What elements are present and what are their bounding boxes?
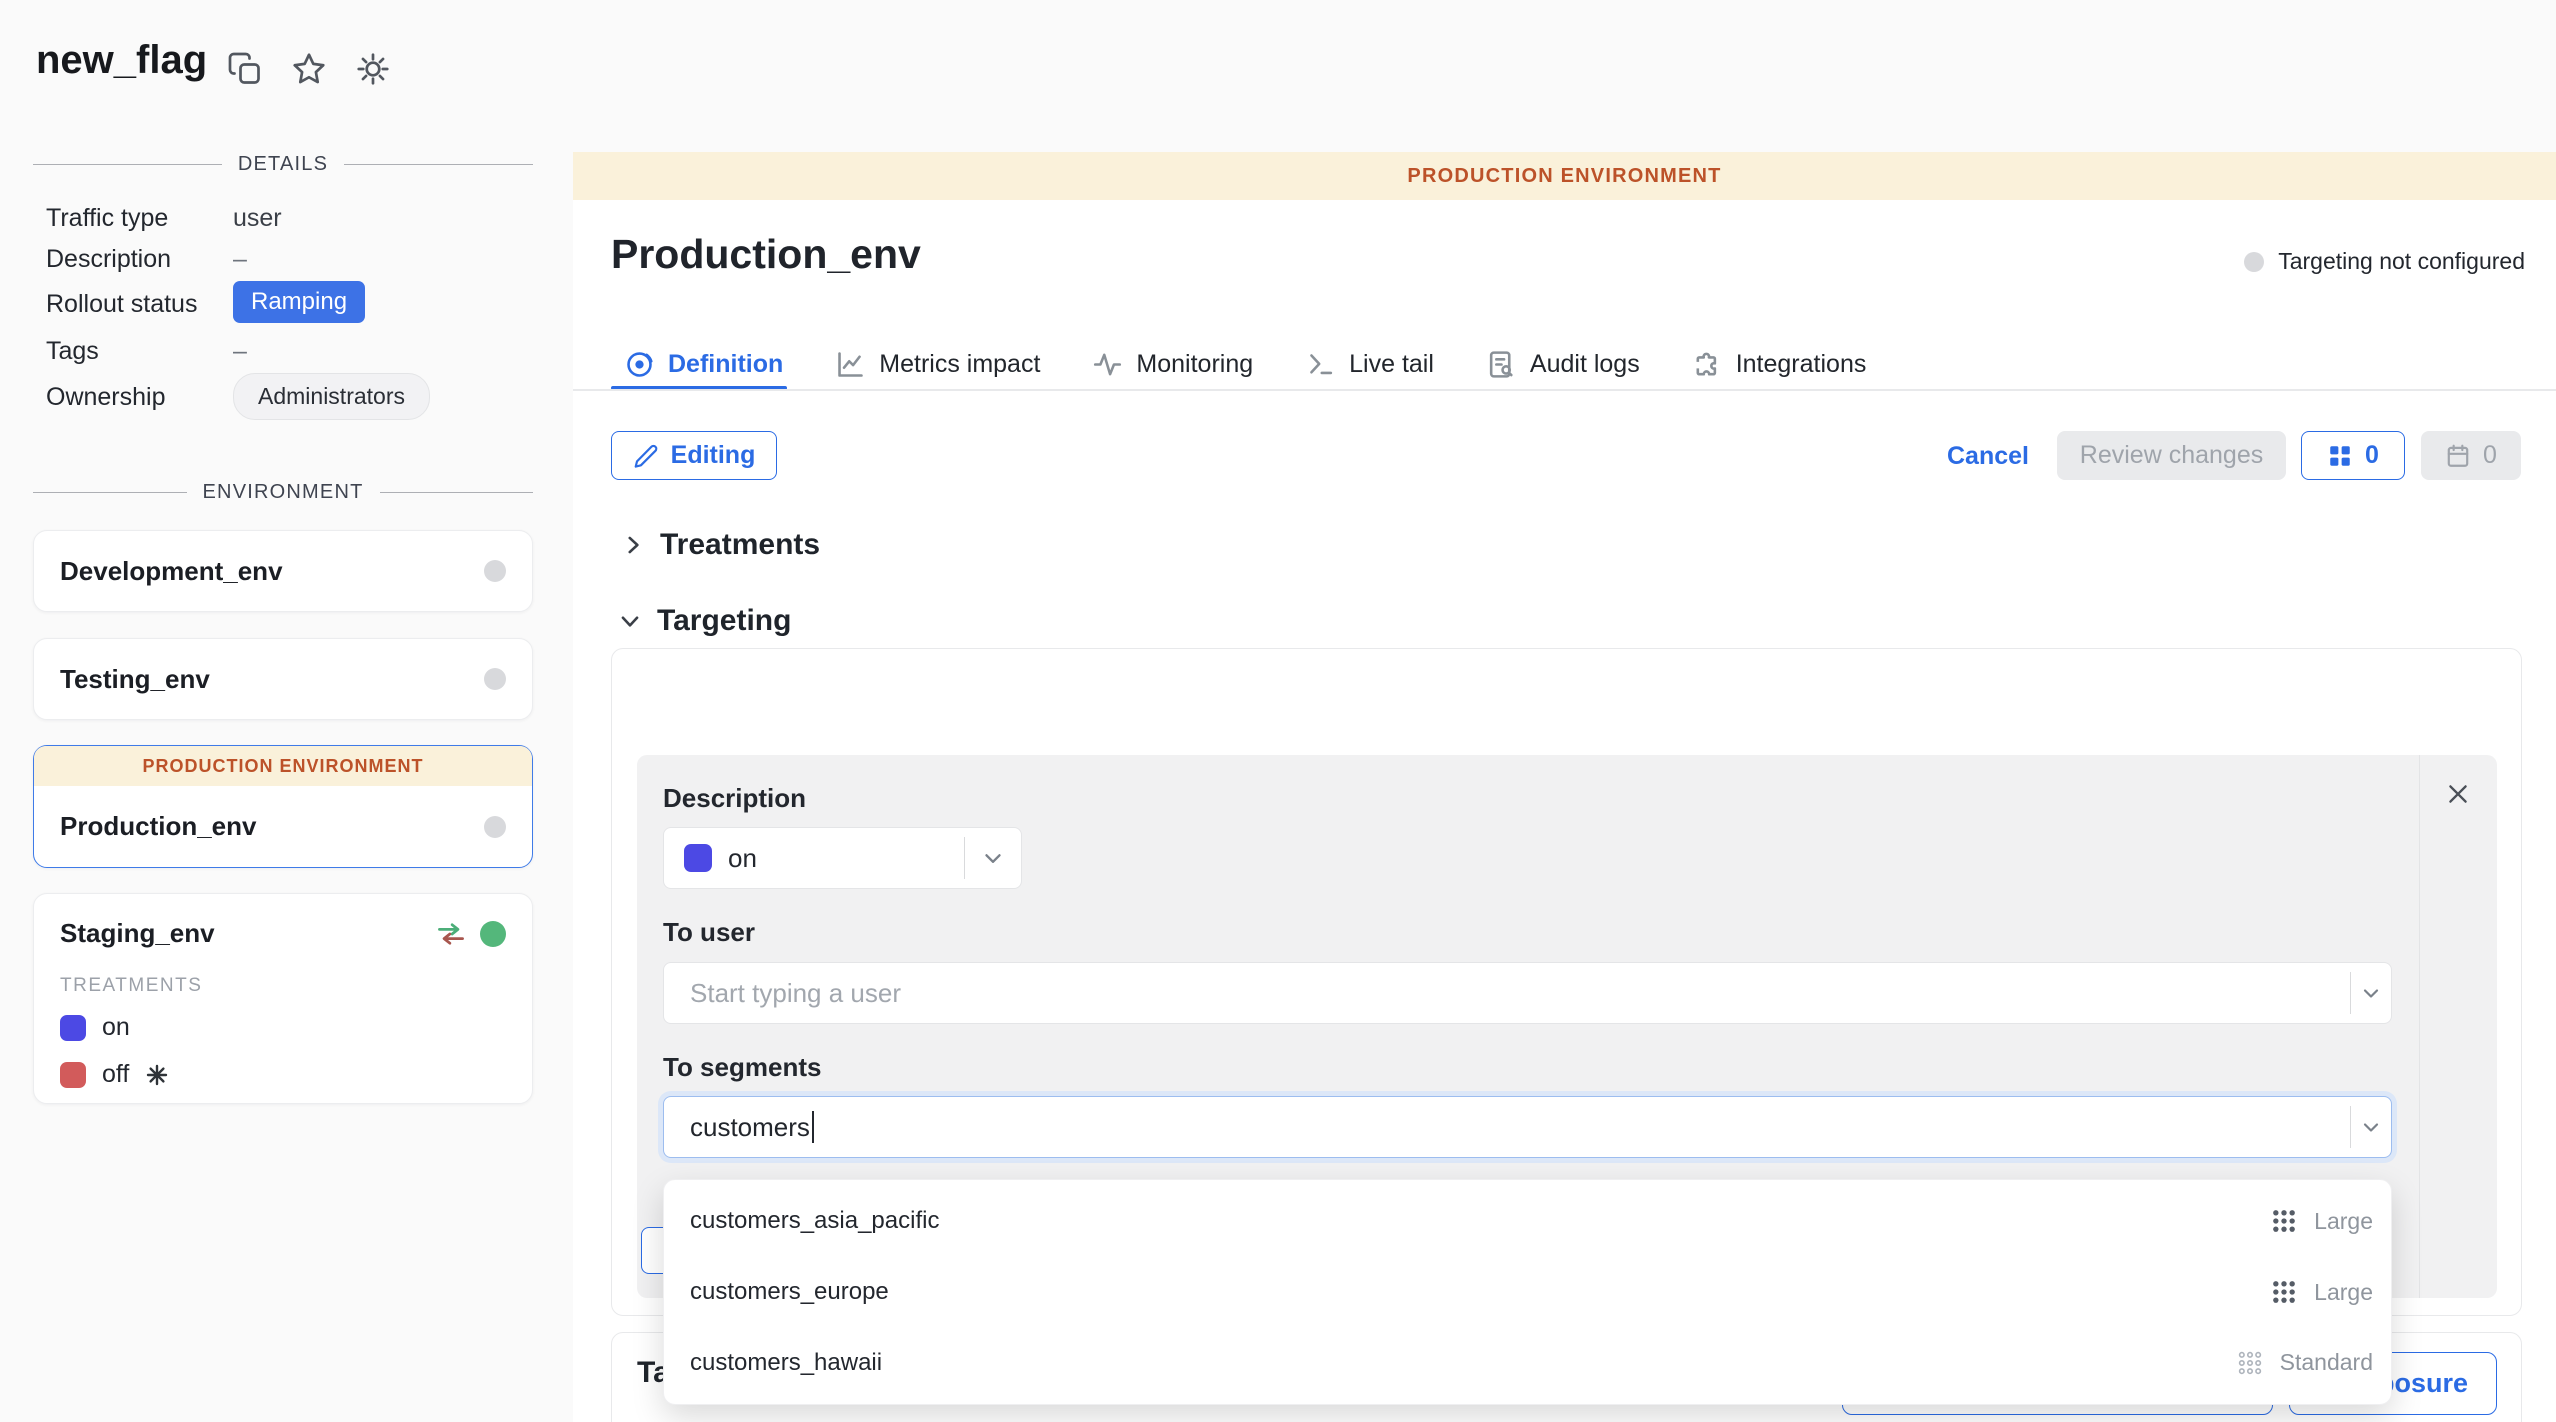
segments-dropdown: customers_asia_pacific Large customers_e… <box>663 1179 2392 1405</box>
segment-option-hawaii[interactable]: customers_hawaii Standard <box>664 1327 2391 1398</box>
env-card-production[interactable]: PRODUCTION ENVIRONMENT Production_env <box>33 745 533 868</box>
copy-icon <box>227 51 263 87</box>
favorite-button[interactable] <box>288 48 330 90</box>
metrics-chart-icon <box>835 349 866 380</box>
tab-integrations[interactable]: Integrations <box>1692 349 1867 380</box>
env-status-dot <box>484 816 506 838</box>
audit-log-icon <box>1486 349 1517 380</box>
description-value: – <box>233 245 247 274</box>
treatment-color-swatch <box>684 844 712 872</box>
treatment-select-value: on <box>728 843 757 874</box>
pulse-icon <box>1092 349 1123 380</box>
tab-definition[interactable]: Definition <box>624 349 783 380</box>
production-environment-banner: PRODUCTION ENVIRONMENT <box>34 746 532 786</box>
editing-button[interactable]: Editing <box>611 431 777 480</box>
to-user-input[interactable] <box>664 963 2350 1023</box>
change-count: 0 <box>2365 441 2379 470</box>
tab-live-tail[interactable]: Live tail <box>1305 349 1434 380</box>
to-user-label: To user <box>663 917 755 948</box>
segment-size-icon-large <box>2270 1278 2298 1306</box>
review-changes-button[interactable]: Review changes <box>2057 431 2286 480</box>
definition-target-icon <box>624 349 655 380</box>
text-caret <box>812 1111 814 1143</box>
to-segments-combobox[interactable]: customers <box>663 1096 2392 1158</box>
tags-label: Tags <box>46 337 99 366</box>
targeting-section-toggle[interactable]: Targeting <box>617 604 791 638</box>
tabs-divider <box>573 389 2556 391</box>
tags-value: – <box>233 337 247 366</box>
chevron-right-icon <box>620 532 646 558</box>
treatments-heading: TREATMENTS <box>60 975 506 997</box>
remove-target-button[interactable] <box>2438 774 2478 814</box>
env-card-testing[interactable]: Testing_env <box>33 638 533 720</box>
schedule-count: 0 <box>2483 441 2497 470</box>
treatment-select-chevron <box>964 837 1021 879</box>
details-section-header: DETAILS <box>33 152 533 176</box>
environment-section-header: ENVIRONMENT <box>33 480 533 504</box>
segment-option-asia-pacific[interactable]: customers_asia_pacific Large <box>664 1186 2391 1257</box>
pending-changes-button[interactable]: 0 <box>2301 431 2405 480</box>
to-user-chevron[interactable] <box>2350 972 2391 1014</box>
scheduled-changes-button[interactable]: 0 <box>2421 431 2521 480</box>
gear-icon <box>355 51 391 87</box>
environment-title: Production_env <box>611 231 921 278</box>
puzzle-icon <box>1692 349 1723 380</box>
ownership-label: Ownership <box>46 383 166 412</box>
segment-size-icon-standard <box>2236 1349 2264 1377</box>
status-dot <box>2244 252 2264 272</box>
production-environment-banner-main: PRODUCTION ENVIRONMENT <box>573 152 2556 200</box>
tab-bar: Definition Metrics impact Monitoring Liv… <box>624 338 1866 390</box>
rollout-status-label: Rollout status <box>46 290 197 319</box>
feature-flag-page: new_flag DETAILS Traffic type user Descr… <box>0 0 2556 1422</box>
description-label: Description <box>46 245 171 274</box>
traffic-type-label: Traffic type <box>46 204 168 233</box>
to-segments-label: To segments <box>663 1052 821 1083</box>
star-icon <box>291 51 327 87</box>
grid-icon <box>2327 443 2353 469</box>
terminal-icon <box>1305 349 1336 380</box>
segment-option-europe[interactable]: customers_europe Large <box>664 1257 2391 1328</box>
close-icon <box>2445 781 2471 807</box>
copy-button[interactable] <box>224 48 266 90</box>
rollout-status-badge: Ramping <box>233 281 365 323</box>
calendar-icon <box>2445 443 2471 469</box>
treatments-section-toggle[interactable]: Treatments <box>620 528 820 562</box>
pencil-icon <box>633 443 659 469</box>
env-card-staging[interactable]: Staging_env TREATMENTS on off <box>33 893 533 1104</box>
settings-button[interactable] <box>352 48 394 90</box>
treatment-select[interactable]: on <box>663 827 1022 889</box>
rollout-arrows-icon <box>436 921 466 947</box>
tab-audit-logs[interactable]: Audit logs <box>1486 349 1640 380</box>
environment-heading: ENVIRONMENT <box>203 481 364 504</box>
env-status-dot-active <box>480 921 506 947</box>
ownership-badge: Administrators <box>233 373 430 420</box>
chevron-down-icon <box>617 608 643 634</box>
traffic-type-value: user <box>233 204 282 233</box>
to-segments-input-value[interactable]: customers <box>664 1112 810 1143</box>
treatment-on-swatch <box>60 1015 86 1041</box>
page-title: new_flag <box>36 38 207 83</box>
description-field-label: Description <box>663 783 806 814</box>
details-heading: DETAILS <box>238 153 328 176</box>
env-card-development[interactable]: Development_env <box>33 530 533 612</box>
env-status-dot <box>484 668 506 690</box>
env-status-dot <box>484 560 506 582</box>
tab-metrics-impact[interactable]: Metrics impact <box>835 349 1040 380</box>
rule-divider <box>2419 755 2420 1298</box>
default-treatment-icon <box>145 1063 169 1087</box>
tab-monitoring[interactable]: Monitoring <box>1092 349 1253 380</box>
cancel-button[interactable]: Cancel <box>1941 441 2035 472</box>
segment-size-icon-large <box>2270 1207 2298 1235</box>
targeting-status: Targeting not configured <box>2244 248 2525 275</box>
to-segments-chevron[interactable] <box>2350 1106 2391 1148</box>
to-user-combobox <box>663 962 2392 1024</box>
treatment-off-swatch <box>60 1062 86 1088</box>
